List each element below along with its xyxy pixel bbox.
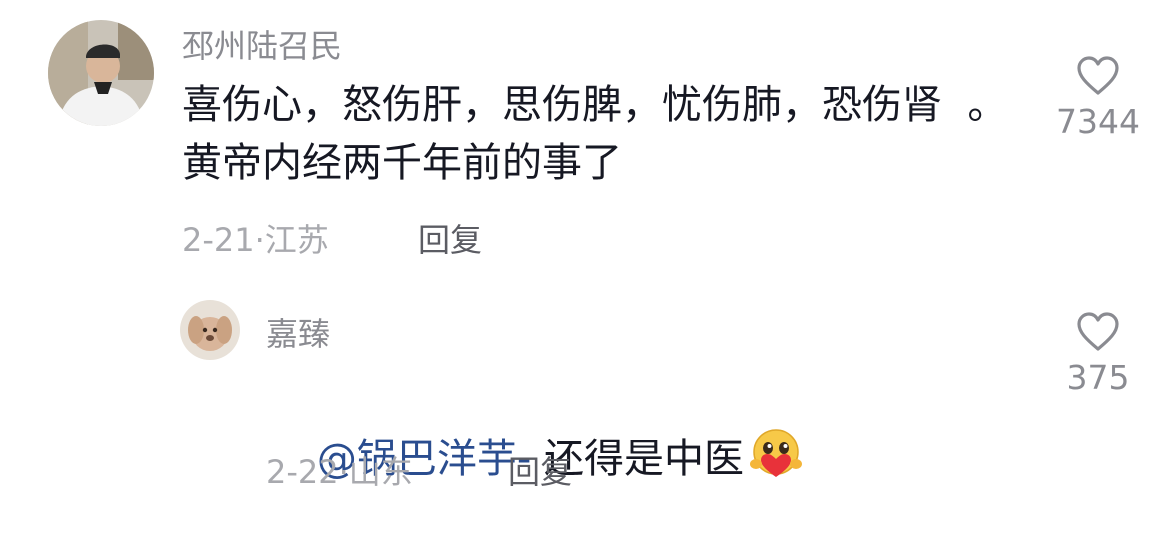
comment-content: 喜伤心，怒伤肝，思伤脾，忧伤肺，恐伤肾 。黄帝内经两千年前的事了 (182, 82, 1008, 186)
comment-username[interactable]: 嘉臻 (266, 314, 330, 354)
elderly-man-avatar-icon (48, 20, 154, 126)
comment-username[interactable]: 邳州陆召民 (182, 26, 342, 66)
comment-meta: 2-22·山东 (266, 452, 413, 492)
comment-date: 2-21· (182, 221, 265, 259)
heart-icon[interactable] (1076, 312, 1120, 352)
like-control: 375 (1038, 312, 1158, 398)
comment-meta: 2-21·江苏 (182, 220, 329, 260)
plush-dog-avatar-icon (180, 300, 240, 360)
avatar[interactable] (180, 300, 240, 360)
smiling-face-holding-heart-icon (748, 428, 804, 496)
avatar[interactable] (48, 20, 154, 126)
like-count: 375 (1066, 358, 1130, 397)
comment-location: 山东 (348, 453, 413, 491)
reply-button[interactable]: 回复 (418, 220, 482, 260)
comment-location: 江苏 (264, 221, 329, 259)
comment-date: 2-22· (266, 453, 349, 491)
heart-icon[interactable] (1076, 56, 1120, 96)
reply-button[interactable]: 回复 (508, 452, 572, 492)
like-control: 7344 (1038, 56, 1158, 142)
like-count: 7344 (1056, 102, 1140, 141)
